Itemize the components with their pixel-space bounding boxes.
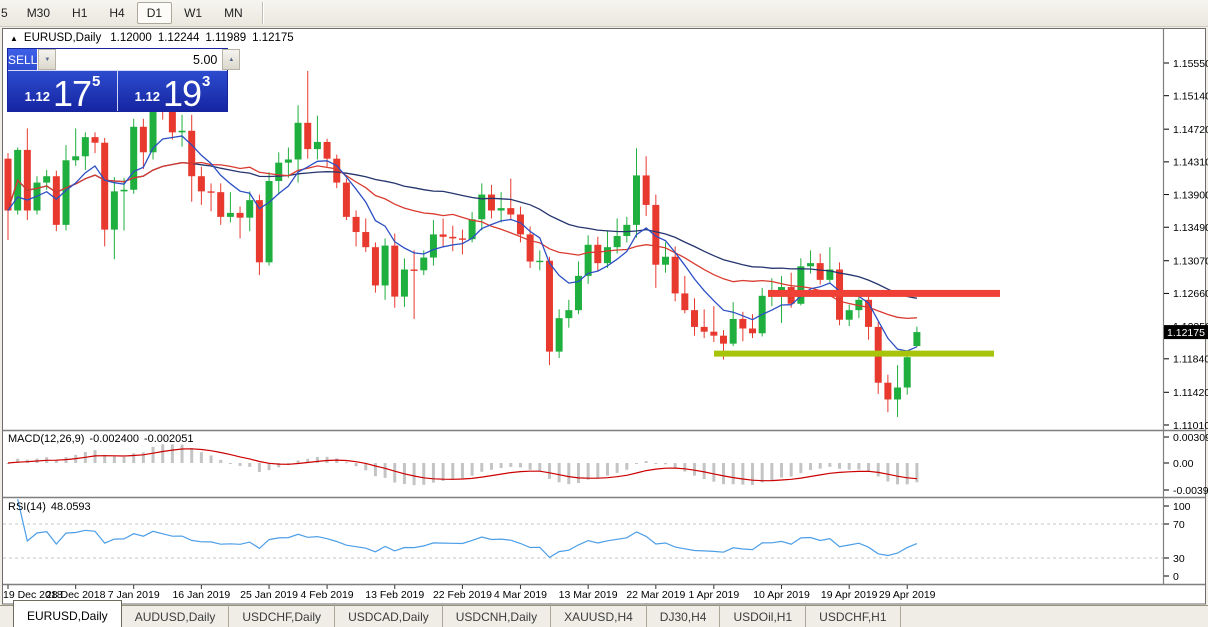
timeframe-button-h4[interactable]: H4 — [99, 2, 134, 24]
chart-tab-usdcad-daily[interactable]: USDCAD,Daily — [335, 603, 443, 627]
svg-text:0.00: 0.00 — [1173, 458, 1194, 470]
chart-tab-bar: EURUSD,DailyAUDUSD,DailyUSDCHF,DailyUSDC… — [0, 605, 1208, 627]
svg-text:100: 100 — [1173, 501, 1191, 513]
svg-text:-0.003947: -0.003947 — [1173, 485, 1208, 497]
current-price-tag: 1.12175 — [1164, 325, 1208, 339]
sell-price-big: 17 — [53, 79, 91, 109]
svg-text:1.13070: 1.13070 — [1173, 256, 1208, 268]
svg-text:22 Mar 2019: 22 Mar 2019 — [626, 589, 685, 601]
timeframe-button-5[interactable]: 5 — [0, 2, 15, 24]
svg-text:19 Apr 2019: 19 Apr 2019 — [821, 589, 878, 601]
sell-price-display[interactable]: 1.12 17 5 — [8, 71, 117, 111]
timeframe-button-m30[interactable]: M30 — [17, 2, 60, 24]
svg-text:1.14720: 1.14720 — [1173, 124, 1208, 136]
ohlc-open: 1.12000 — [110, 32, 152, 44]
chart-tab-dj30-h4[interactable]: DJ30,H4 — [647, 603, 721, 627]
buy-price-big: 19 — [163, 79, 201, 109]
resistance-line[interactable] — [768, 290, 1000, 297]
svg-text:13 Feb 2019: 13 Feb 2019 — [365, 589, 424, 601]
one-click-panel-toggle-icon[interactable]: ▲ — [10, 34, 18, 43]
svg-text:1.15140: 1.15140 — [1173, 90, 1208, 102]
svg-text:4 Mar 2019: 4 Mar 2019 — [494, 589, 547, 601]
svg-text:0: 0 — [1173, 571, 1179, 583]
ohlc-close: 1.12175 — [252, 32, 294, 44]
svg-text:1.13490: 1.13490 — [1173, 222, 1208, 234]
rsi-indicator-label: RSI(14) 48.0593 — [8, 501, 96, 513]
chart-title: ▲ EURUSD,Daily 1.12000 1.12244 1.11989 1… — [10, 32, 300, 44]
timeframe-toolbar: 5M30H1H4D1W1MN — [0, 0, 1208, 27]
buy-button[interactable]: BUY — [241, 49, 266, 70]
chart-tab-usdchf-daily[interactable]: USDCHF,Daily — [229, 603, 335, 627]
svg-text:1 Apr 2019: 1 Apr 2019 — [688, 589, 739, 601]
volume-input[interactable] — [56, 49, 222, 70]
sell-button[interactable]: SELL — [8, 49, 37, 70]
support-line[interactable] — [714, 351, 994, 357]
macd-signal-value: -0.002051 — [144, 433, 194, 445]
toolbar-separator — [262, 2, 263, 24]
svg-text:70: 70 — [1173, 519, 1185, 531]
volume-increase-button[interactable]: ▲ — [222, 49, 240, 70]
volume-spinner: ▼ ▲ — [37, 49, 241, 70]
timeframe-button-mn[interactable]: MN — [214, 2, 253, 24]
ohlc-low: 1.11989 — [205, 32, 246, 44]
svg-text:1.15550: 1.15550 — [1173, 58, 1208, 70]
sell-price-sup: 5 — [92, 73, 100, 90]
buy-price-prefix: 1.12 — [135, 89, 160, 104]
chart-tab-usdcnh-daily[interactable]: USDCNH,Daily — [443, 603, 551, 627]
svg-text:1.14310: 1.14310 — [1173, 157, 1208, 169]
svg-text:25 Jan 2019: 25 Jan 2019 — [240, 589, 298, 601]
ohlc-high: 1.12244 — [158, 32, 200, 44]
svg-text:22 Feb 2019: 22 Feb 2019 — [433, 589, 492, 601]
svg-text:29 Apr 2019: 29 Apr 2019 — [879, 589, 936, 601]
sell-price-prefix: 1.12 — [25, 89, 50, 104]
svg-text:13 Mar 2019: 13 Mar 2019 — [559, 589, 618, 601]
svg-text:1.11420: 1.11420 — [1173, 387, 1208, 399]
macd-main-value: -0.002400 — [89, 433, 139, 445]
svg-text:1.11840: 1.11840 — [1173, 354, 1208, 366]
svg-text:1.12175: 1.12175 — [1167, 327, 1205, 339]
buy-price-display[interactable]: 1.12 19 3 — [117, 71, 227, 111]
timeframe-button-w1[interactable]: W1 — [174, 2, 212, 24]
timeframe-button-d1[interactable]: D1 — [137, 2, 172, 24]
svg-text:0.003095: 0.003095 — [1173, 432, 1208, 444]
volume-decrease-button[interactable]: ▼ — [38, 49, 56, 70]
svg-text:1.13900: 1.13900 — [1173, 189, 1208, 201]
chart-tab-usdchf-h1[interactable]: USDCHF,H1 — [806, 603, 900, 627]
chart-window-frame — [3, 29, 1206, 605]
svg-text:1.11010: 1.11010 — [1173, 420, 1208, 432]
chart-tab-audusd-daily[interactable]: AUDUSD,Daily — [122, 603, 230, 627]
svg-text:30: 30 — [1173, 553, 1185, 565]
buy-price-sup: 3 — [202, 73, 210, 90]
macd-indicator-label: MACD(12,26,9) -0.002400 -0.002051 — [8, 433, 199, 445]
one-click-trading-panel: SELL ▼ ▲ BUY 1.12 17 5 1.12 19 3 — [8, 49, 227, 111]
rsi-value: 48.0593 — [51, 501, 91, 513]
timeframe-button-h1[interactable]: H1 — [62, 2, 97, 24]
svg-text:10 Apr 2019: 10 Apr 2019 — [753, 589, 810, 601]
rsi-name: RSI(14) — [8, 501, 46, 513]
chart-symbol-label: EURUSD,Daily — [24, 32, 101, 44]
chart-tab-xauusd-h4[interactable]: XAUUSD,H4 — [551, 603, 647, 627]
macd-name: MACD(12,26,9) — [8, 433, 84, 445]
chart-tab-eurusd-daily[interactable]: EURUSD,Daily — [13, 600, 122, 627]
chart-tab-usdoil-h1[interactable]: USDOil,H1 — [720, 603, 806, 627]
svg-text:16 Jan 2019: 16 Jan 2019 — [172, 589, 230, 601]
svg-text:1.12660: 1.12660 — [1173, 288, 1208, 300]
svg-text:4 Feb 2019: 4 Feb 2019 — [301, 589, 354, 601]
